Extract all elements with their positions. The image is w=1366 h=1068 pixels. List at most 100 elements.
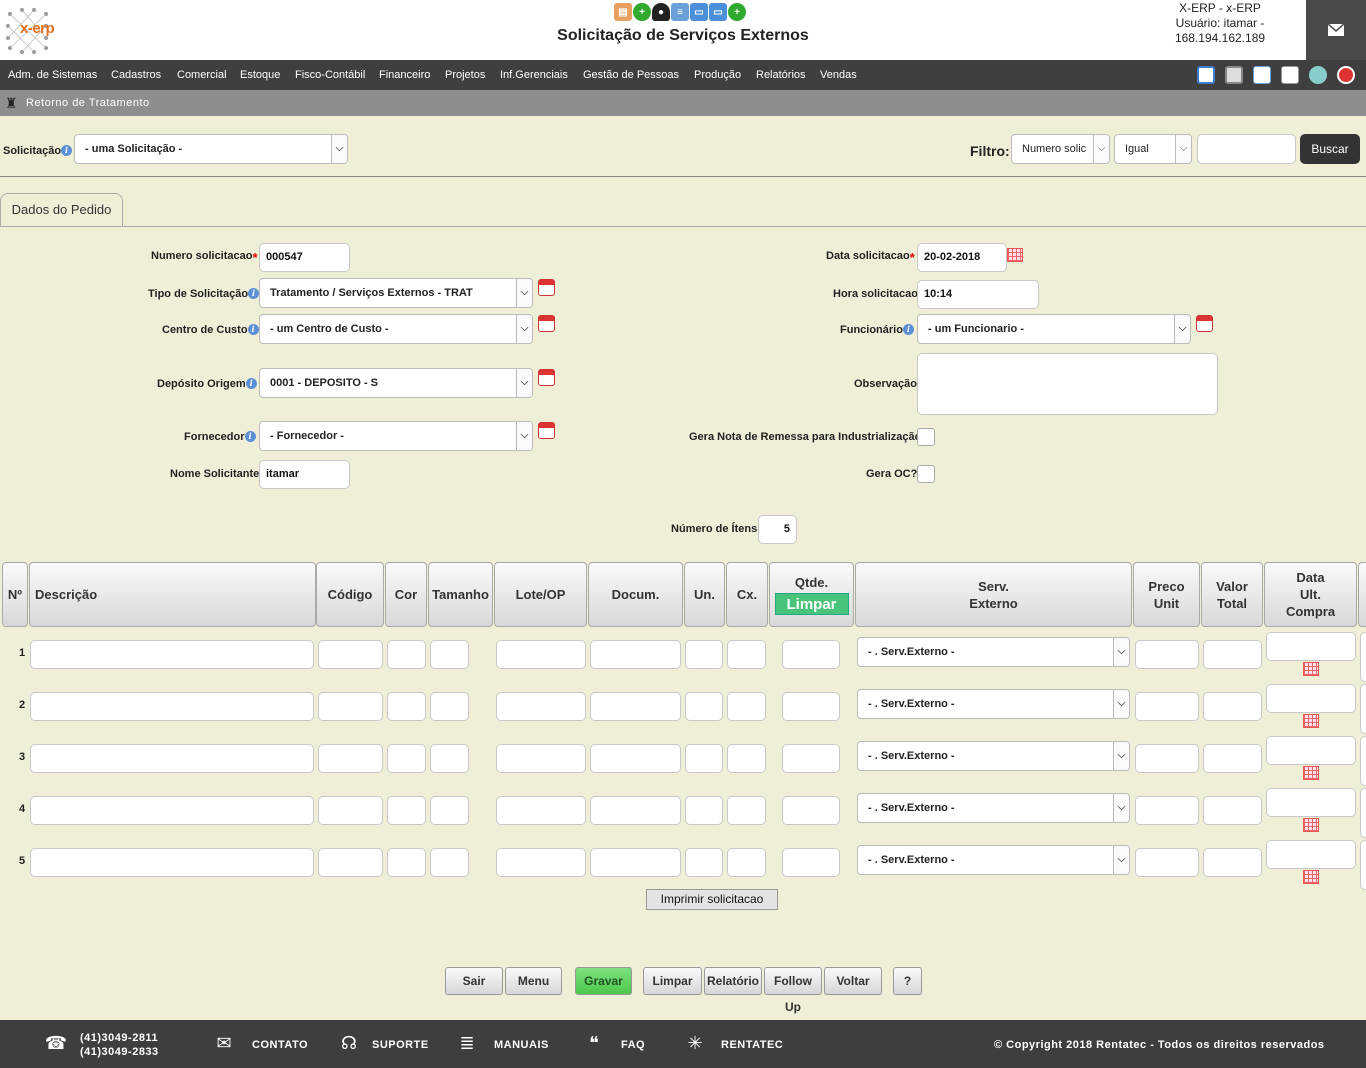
extra-cell[interactable] (1360, 684, 1366, 734)
codigo-input[interactable] (318, 692, 383, 721)
lote-input[interactable] (496, 796, 586, 825)
descricao-input[interactable] (30, 692, 314, 721)
extra-cell[interactable] (1360, 840, 1366, 890)
filter-op-select[interactable]: Igual ⌵ (1114, 134, 1192, 164)
num-itens-input[interactable]: 5 (758, 515, 797, 544)
calendar-icon[interactable] (538, 369, 555, 386)
card2-icon[interactable]: ▭ (709, 3, 727, 21)
lote-input[interactable] (496, 848, 586, 877)
page-icon[interactable] (1281, 66, 1299, 84)
lote-input[interactable] (496, 692, 586, 721)
menu-vendas[interactable]: Vendas (820, 69, 857, 81)
funcionario-select[interactable]: - um Funcionario - ⌵ (917, 314, 1191, 344)
imprimir-button[interactable]: Imprimir solicitacao (646, 889, 778, 910)
menu-financeiro[interactable]: Financeiro (379, 69, 430, 81)
valor-input[interactable] (1203, 744, 1262, 773)
cx-input[interactable] (727, 744, 766, 773)
tipo-select[interactable]: Tratamento / Serviços Externos - TRAT ⌵ (259, 278, 533, 308)
un-input[interactable] (685, 796, 723, 825)
contato-link[interactable]: CONTATO (252, 1039, 308, 1051)
menu-comercial[interactable]: Comercial (177, 69, 227, 81)
faq-link[interactable]: FAQ (621, 1039, 645, 1051)
menu-relatorios[interactable]: Relatórios (756, 69, 806, 81)
user-icon[interactable]: ● (652, 3, 670, 21)
qtde-input[interactable] (782, 796, 840, 825)
info-icon[interactable]: i (247, 324, 259, 335)
codigo-input[interactable] (318, 848, 383, 877)
fornecedor-select[interactable]: - Fornecedor - ⌵ (259, 421, 533, 451)
deposito-select[interactable]: 0001 - DEPOSITO - S ⌵ (259, 368, 533, 398)
data-ult-compra-input[interactable] (1266, 684, 1356, 713)
menu-inf-gerenciais[interactable]: Inf.Gerenciais (500, 69, 568, 81)
un-input[interactable] (685, 640, 723, 669)
cx-input[interactable] (727, 848, 766, 877)
report-icon[interactable]: ▤ (614, 3, 632, 21)
descricao-input[interactable] (30, 640, 314, 669)
datepicker-icon[interactable] (1303, 818, 1319, 832)
follow-up-button[interactable]: Follow Up (764, 967, 822, 1014)
lote-input[interactable] (496, 640, 586, 669)
observacao-textarea[interactable] (917, 353, 1218, 415)
serv-externo-select[interactable]: - . Serv.Externo - ⌵ (857, 793, 1130, 823)
lote-input[interactable] (496, 744, 586, 773)
gera-oc-checkbox[interactable] (917, 465, 935, 483)
calendar-icon[interactable] (538, 279, 555, 296)
data-ult-compra-input[interactable] (1266, 788, 1356, 817)
valor-input[interactable] (1203, 640, 1262, 669)
users-icon[interactable]: ≡ (671, 3, 689, 21)
limpar-qtde-button[interactable]: Limpar (774, 593, 849, 615)
menu-button[interactable]: Menu (505, 967, 562, 995)
numero-input[interactable]: 000547 (259, 243, 350, 272)
info-icon[interactable]: i (245, 378, 257, 389)
cx-input[interactable] (727, 796, 766, 825)
un-input[interactable] (685, 744, 723, 773)
datepicker-icon[interactable] (1303, 766, 1319, 780)
docum-input[interactable] (590, 848, 681, 877)
gera-nota-checkbox[interactable] (917, 428, 935, 446)
cor-input[interactable] (387, 848, 426, 877)
info-icon[interactable]: i (244, 431, 256, 442)
suporte-link[interactable]: SUPORTE (372, 1039, 429, 1051)
menu-projetos[interactable]: Projetos (445, 69, 485, 81)
menu-cadastros[interactable]: Cadastros (111, 69, 161, 81)
un-input[interactable] (685, 848, 723, 877)
centro-select[interactable]: - um Centro de Custo - ⌵ (259, 314, 533, 344)
descricao-input[interactable] (30, 796, 314, 825)
extra-cell[interactable] (1360, 736, 1366, 786)
docum-input[interactable] (590, 796, 681, 825)
qtde-input[interactable] (782, 744, 840, 773)
info-icon[interactable]: i (248, 288, 260, 299)
data-ult-compra-input[interactable] (1266, 736, 1356, 765)
datepicker-icon[interactable] (1303, 870, 1319, 884)
add2-icon[interactable]: + (728, 3, 746, 21)
info-icon[interactable]: i (61, 145, 73, 156)
qtde-input[interactable] (782, 692, 840, 721)
datepicker-icon[interactable] (1303, 662, 1319, 676)
preco-input[interactable] (1135, 744, 1199, 773)
serv-externo-select[interactable]: - . Serv.Externo - ⌵ (857, 637, 1130, 667)
help-button[interactable]: ? (893, 967, 922, 995)
gravar-button[interactable]: Gravar (575, 967, 632, 995)
descricao-input[interactable] (30, 848, 314, 877)
tamanho-input[interactable] (430, 848, 469, 877)
serv-externo-select[interactable]: - . Serv.Externo - ⌵ (857, 689, 1130, 719)
tamanho-input[interactable] (430, 796, 469, 825)
menu-gestao-pessoas[interactable]: Gestão de Pessoas (583, 69, 679, 81)
buscar-button[interactable]: Buscar (1300, 134, 1360, 164)
power-icon[interactable] (1337, 66, 1355, 84)
codigo-input[interactable] (318, 744, 383, 773)
add-icon[interactable]: + (633, 3, 651, 21)
relatorio-button[interactable]: Relatório (704, 967, 762, 995)
card-icon[interactable]: ▭ (690, 3, 708, 21)
help-icon[interactable] (1309, 66, 1327, 84)
tamanho-input[interactable] (430, 692, 469, 721)
voltar-button[interactable]: Voltar (824, 967, 882, 995)
mail-button[interactable] (1306, 0, 1366, 60)
calendar-icon[interactable] (538, 422, 555, 439)
un-input[interactable] (685, 692, 723, 721)
manuais-link[interactable]: MANUAIS (494, 1039, 549, 1051)
cor-input[interactable] (387, 640, 426, 669)
print-icon[interactable] (1225, 66, 1243, 84)
valor-input[interactable] (1203, 692, 1262, 721)
tamanho-input[interactable] (430, 640, 469, 669)
